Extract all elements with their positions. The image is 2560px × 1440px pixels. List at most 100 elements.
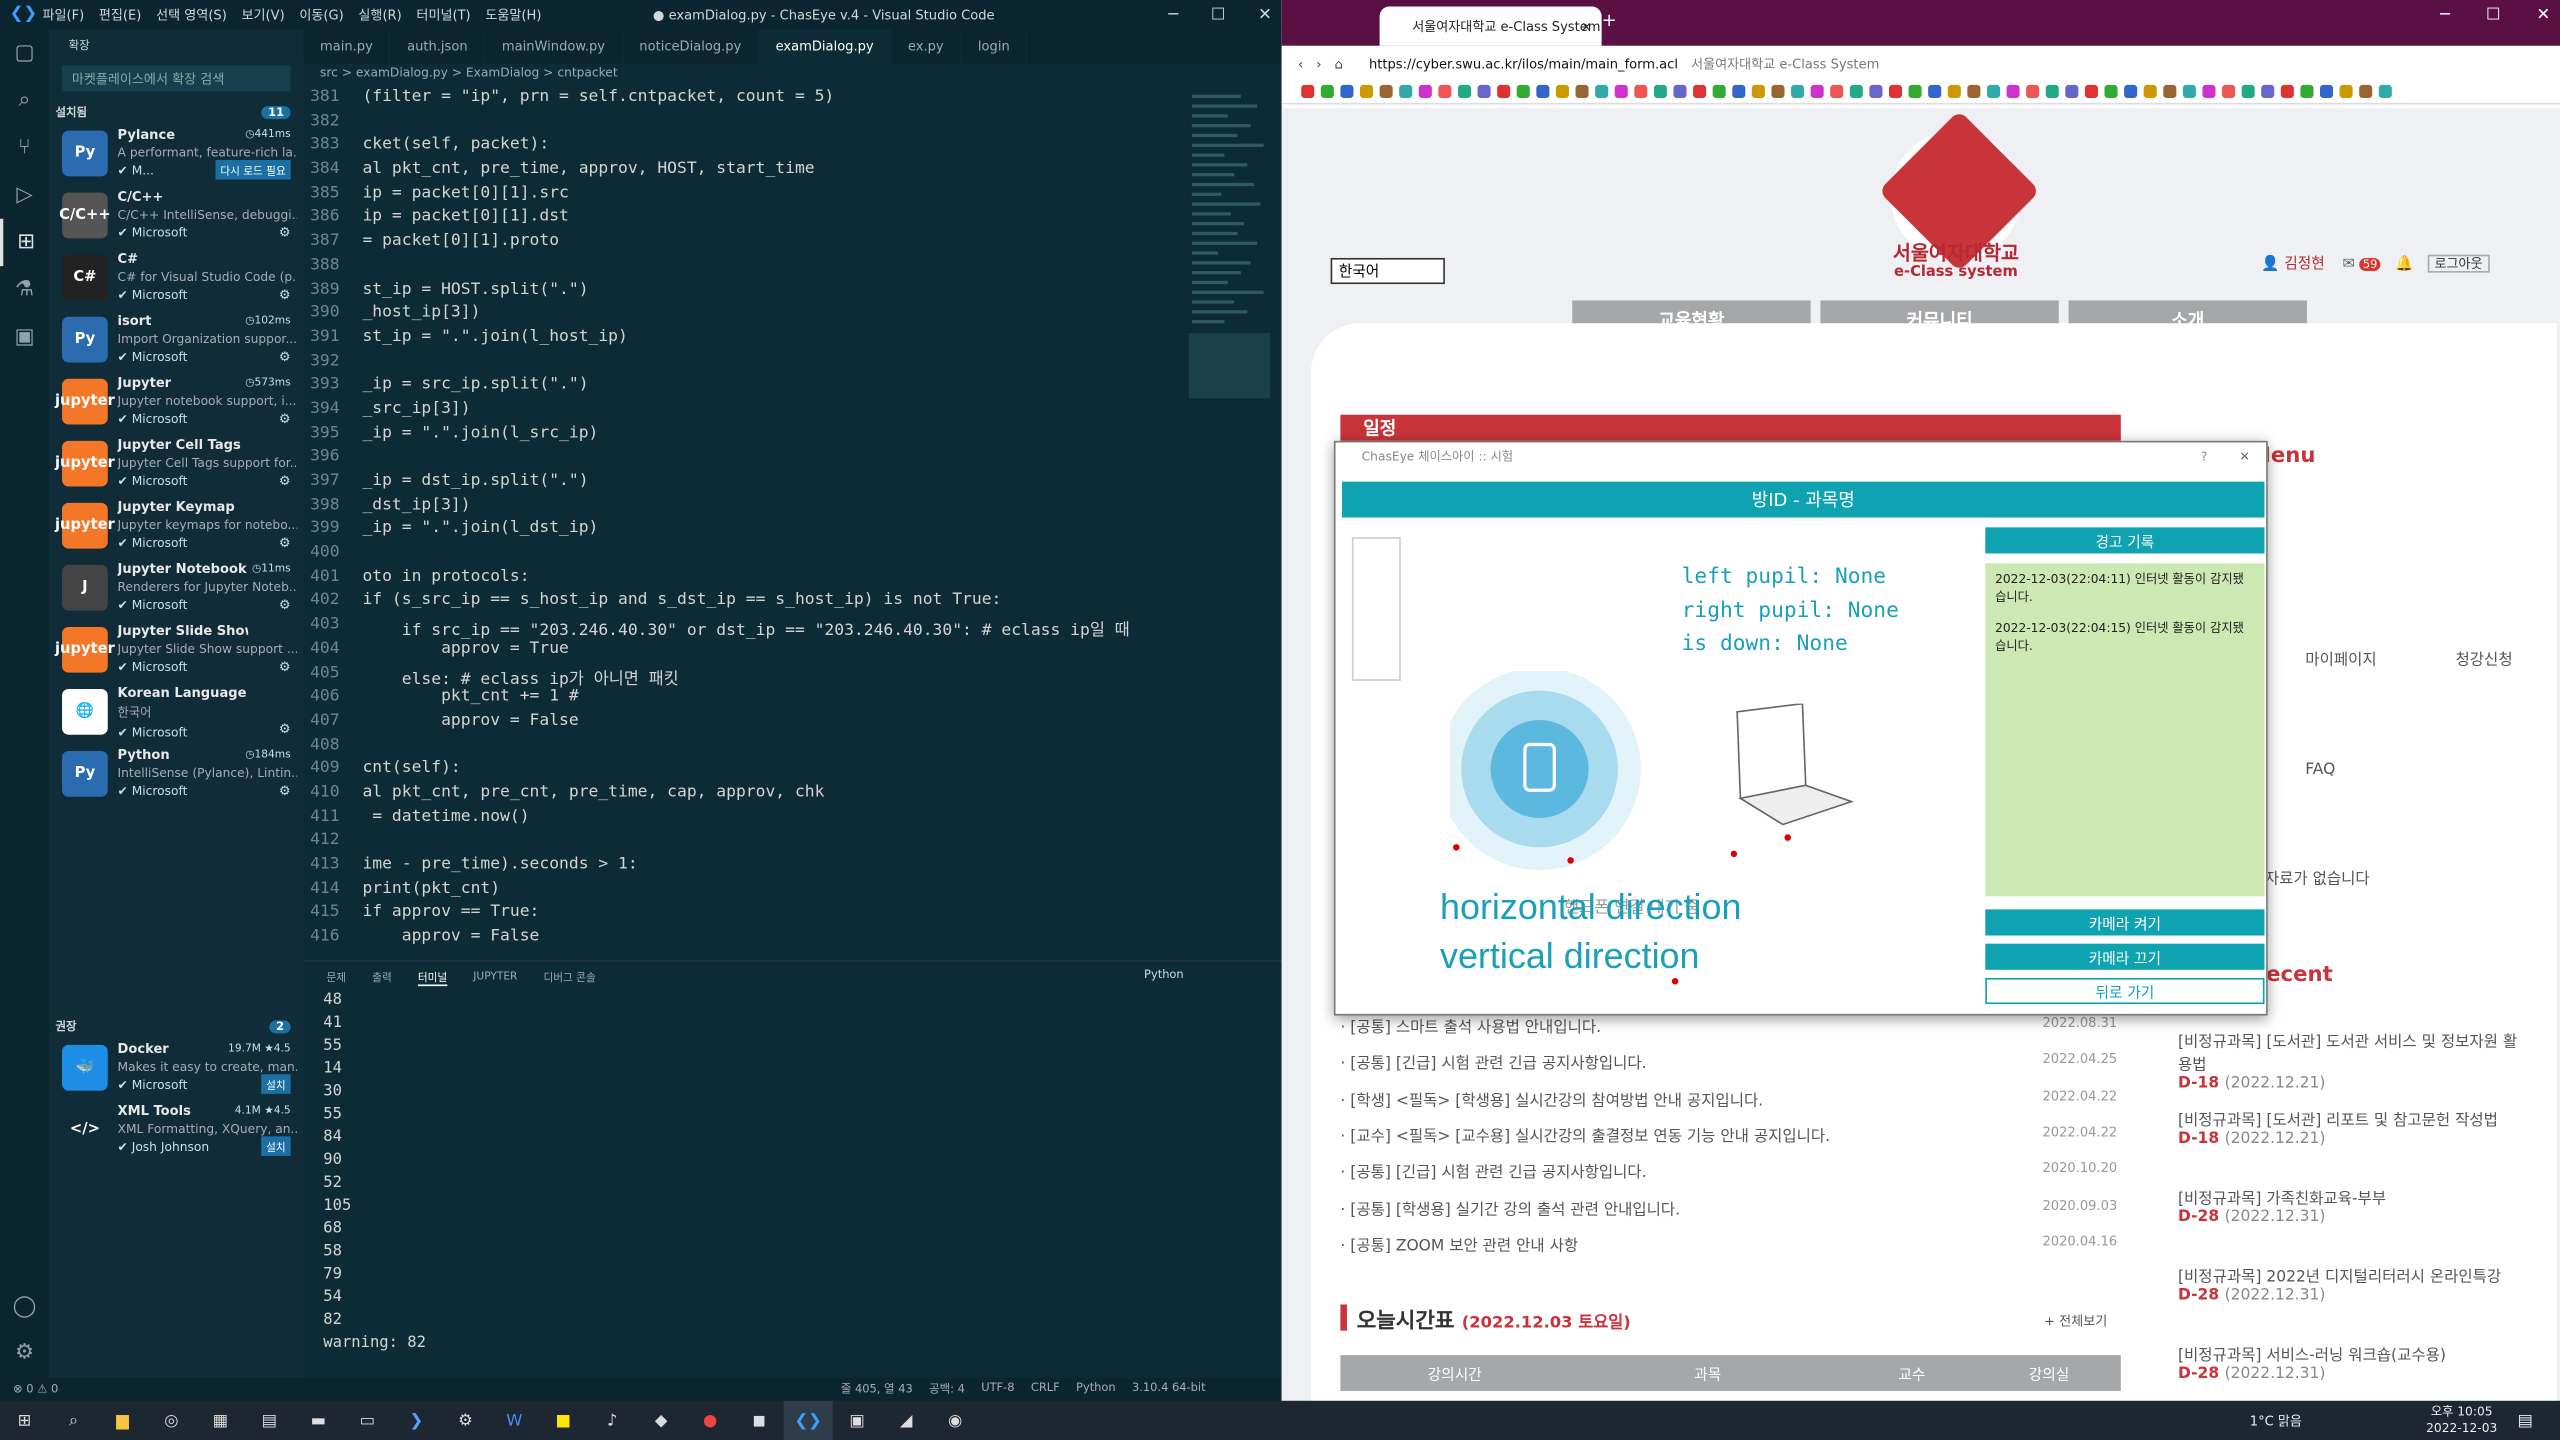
extension-item[interactable]: Py Pylance A performant, feature-rich la..… bbox=[49, 124, 304, 186]
extension-gear-icon[interactable]: ⚙ bbox=[279, 784, 291, 799]
remote-icon[interactable]: ▣ bbox=[0, 313, 49, 360]
bookmark-icon[interactable] bbox=[2182, 84, 2196, 98]
editor-tab[interactable]: main.py bbox=[304, 29, 391, 64]
bookmark-icon[interactable] bbox=[2202, 84, 2216, 98]
status-item[interactable]: 공백: 4 bbox=[929, 1381, 965, 1397]
word-icon[interactable]: W bbox=[490, 1401, 539, 1440]
bookmark-icon[interactable] bbox=[2222, 84, 2236, 98]
editor-tab[interactable]: noticeDialog.py bbox=[623, 29, 760, 64]
assignment-item[interactable]: [비정규과목] 가족친화교육-부부 D-28 (2022.12.31) bbox=[2178, 1185, 2531, 1226]
app-icon[interactable]: ▤ bbox=[245, 1401, 294, 1440]
back-button[interactable]: 뒤로 가기 bbox=[1985, 977, 2265, 1005]
menu-item[interactable]: 청강신청 bbox=[2456, 647, 2513, 669]
app-icon[interactable]: ▦ bbox=[196, 1401, 245, 1440]
bookmark-icon[interactable] bbox=[2378, 84, 2392, 98]
search-icon[interactable]: ⌕ bbox=[49, 1401, 98, 1440]
logout-button[interactable]: 로그아웃 bbox=[2427, 254, 2490, 273]
panel-tab[interactable]: 출력 bbox=[372, 968, 392, 984]
bookmark-icon[interactable] bbox=[1967, 84, 1981, 98]
bookmark-icon[interactable] bbox=[2143, 84, 2157, 98]
bookmark-icon[interactable] bbox=[2359, 84, 2373, 98]
new-tab-icon[interactable]: + bbox=[1602, 10, 1617, 31]
assignment-item[interactable]: [비정규과목] [도서관] 리포트 및 참고문헌 작성법 D-18 (2022.1… bbox=[2178, 1107, 2531, 1148]
weather-text[interactable]: 1°C 맑음 bbox=[2250, 1411, 2302, 1429]
bookmark-icon[interactable] bbox=[1399, 84, 1413, 98]
app-icon[interactable]: ◉ bbox=[931, 1401, 980, 1440]
problems-status[interactable]: ⊗ 0 ⚠ 0 bbox=[13, 1383, 58, 1396]
bookmark-icon[interactable] bbox=[1477, 84, 1491, 98]
code-editor[interactable]: 381 (filter = "ip", prn = self.cntpacket,… bbox=[304, 88, 1176, 957]
kakaotalk-icon[interactable]: ■ bbox=[539, 1401, 588, 1440]
editor-tab[interactable]: login bbox=[962, 29, 1028, 64]
minimize-icon[interactable]: ─ bbox=[1168, 6, 1178, 24]
bookmark-icon[interactable] bbox=[1634, 84, 1648, 98]
menu-item[interactable]: 마이페이지 bbox=[2305, 647, 2376, 669]
panel-tab[interactable]: 문제 bbox=[327, 968, 347, 984]
extension-gear-icon[interactable]: ⚙ bbox=[279, 287, 291, 302]
status-item[interactable]: 3.10.4 64-bit bbox=[1132, 1381, 1206, 1397]
bookmark-icon[interactable] bbox=[1360, 84, 1374, 98]
bookmark-icon[interactable] bbox=[1555, 84, 1569, 98]
panel-tab[interactable]: JUPYTER bbox=[473, 970, 517, 983]
bookmark-icon[interactable] bbox=[1595, 84, 1609, 98]
menu-item[interactable]: 선택 영역(S) bbox=[156, 6, 227, 24]
extension-item[interactable]: jupyter Jupyter Slide Show Jupyter Slide S… bbox=[49, 620, 304, 682]
maximize-icon[interactable]: ☐ bbox=[2486, 7, 2501, 25]
bookmark-icon[interactable] bbox=[2065, 84, 2079, 98]
extension-gear-icon[interactable]: ⚙ bbox=[279, 349, 291, 364]
bookmark-icon[interactable] bbox=[2006, 84, 2020, 98]
bookmark-icon[interactable] bbox=[1888, 84, 1903, 98]
bookmark-icon[interactable] bbox=[2339, 84, 2353, 98]
menu-item[interactable]: 편집(E) bbox=[99, 6, 142, 24]
notice-title[interactable]: · [학생] <필독> [학생용] 실시간강의 참여방법 안내 공지입니다. bbox=[1340, 1087, 1763, 1110]
extension-item[interactable]: Py Python IntelliSense (Pylance), Lintin..… bbox=[49, 744, 304, 806]
reload-required-button[interactable]: 다시 로드 필요 bbox=[215, 160, 291, 180]
editor-tab[interactable]: ex.py bbox=[892, 29, 962, 64]
terminal-lang-label[interactable]: Python bbox=[1144, 968, 1184, 981]
minimize-icon[interactable]: ─ bbox=[2440, 7, 2450, 25]
extension-item[interactable]: jupyter Jupyter Jupyter notebook support, … bbox=[49, 372, 304, 434]
bookmark-icon[interactable] bbox=[1320, 84, 1334, 98]
bookmark-icon[interactable] bbox=[2280, 84, 2294, 98]
extension-item[interactable]: jupyter Jupyter Cell Tags Jupyter Cell Tag… bbox=[49, 434, 304, 496]
music-icon[interactable]: ♪ bbox=[588, 1401, 637, 1440]
bookmark-icon[interactable] bbox=[2026, 84, 2040, 98]
menu-item[interactable]: 보기(V) bbox=[242, 6, 285, 24]
panel-tab[interactable]: 터미널 bbox=[417, 967, 448, 986]
bookmark-icon[interactable] bbox=[1575, 84, 1589, 98]
terminal-icon[interactable]: ▬ bbox=[294, 1401, 343, 1440]
panel-tab[interactable]: 디버그 콘솔 bbox=[544, 968, 596, 984]
view-all-link[interactable]: + 전체보기 bbox=[2044, 1313, 2107, 1331]
settings-icon[interactable]: ⚙ bbox=[441, 1401, 490, 1440]
installed-section-header[interactable]: 설치됨 11 bbox=[49, 101, 304, 124]
help-icon[interactable]: ? bbox=[2201, 448, 2208, 463]
user-avatar-icon[interactable]: 👤 bbox=[2261, 256, 2279, 272]
extension-item[interactable]: C/C++ C/C++ C/C++ IntelliSense, debuggi...… bbox=[49, 186, 304, 248]
bookmark-icon[interactable] bbox=[2104, 84, 2118, 98]
install-button[interactable]: 설치 bbox=[261, 1074, 291, 1094]
bookmark-icon[interactable] bbox=[1908, 84, 1922, 98]
bookmark-icon[interactable] bbox=[2045, 84, 2059, 98]
extension-gear-icon[interactable]: ⚙ bbox=[279, 473, 291, 488]
bookmark-icon[interactable] bbox=[1653, 84, 1667, 98]
status-item[interactable]: Python bbox=[1076, 1381, 1116, 1397]
menu-item[interactable]: 터미널(T) bbox=[416, 6, 470, 24]
dialog-close-icon[interactable]: ✕ bbox=[2240, 448, 2250, 463]
start-icon[interactable]: ⊞ bbox=[0, 1401, 49, 1440]
bookmark-icon[interactable] bbox=[2084, 84, 2098, 98]
editor-tab[interactable]: mainWindow.py bbox=[486, 29, 623, 64]
bookmark-icon[interactable] bbox=[1751, 84, 1765, 98]
run-debug-icon[interactable]: ▷ bbox=[0, 171, 49, 218]
bookmark-icon[interactable] bbox=[1301, 84, 1315, 98]
bookmark-icon[interactable] bbox=[1516, 84, 1530, 98]
bookmark-icon[interactable] bbox=[1849, 84, 1863, 98]
extension-item[interactable]: C# C# C# for Visual Studio Code (p... ✔ Mic… bbox=[49, 248, 304, 310]
language-select[interactable]: 한국어 bbox=[1330, 257, 1445, 285]
extension-gear-icon[interactable]: ⚙ bbox=[279, 660, 291, 675]
extension-item[interactable]: </> XML Tools XML Formatting, XQuery, an..… bbox=[49, 1100, 304, 1162]
editor-tab[interactable]: auth.json bbox=[391, 29, 486, 64]
bookmark-icon[interactable] bbox=[1379, 84, 1393, 98]
close-tab-icon[interactable]: × bbox=[1581, 19, 1592, 34]
back-icon[interactable]: ‹ bbox=[1298, 56, 1303, 71]
forward-icon[interactable]: › bbox=[1316, 56, 1321, 71]
